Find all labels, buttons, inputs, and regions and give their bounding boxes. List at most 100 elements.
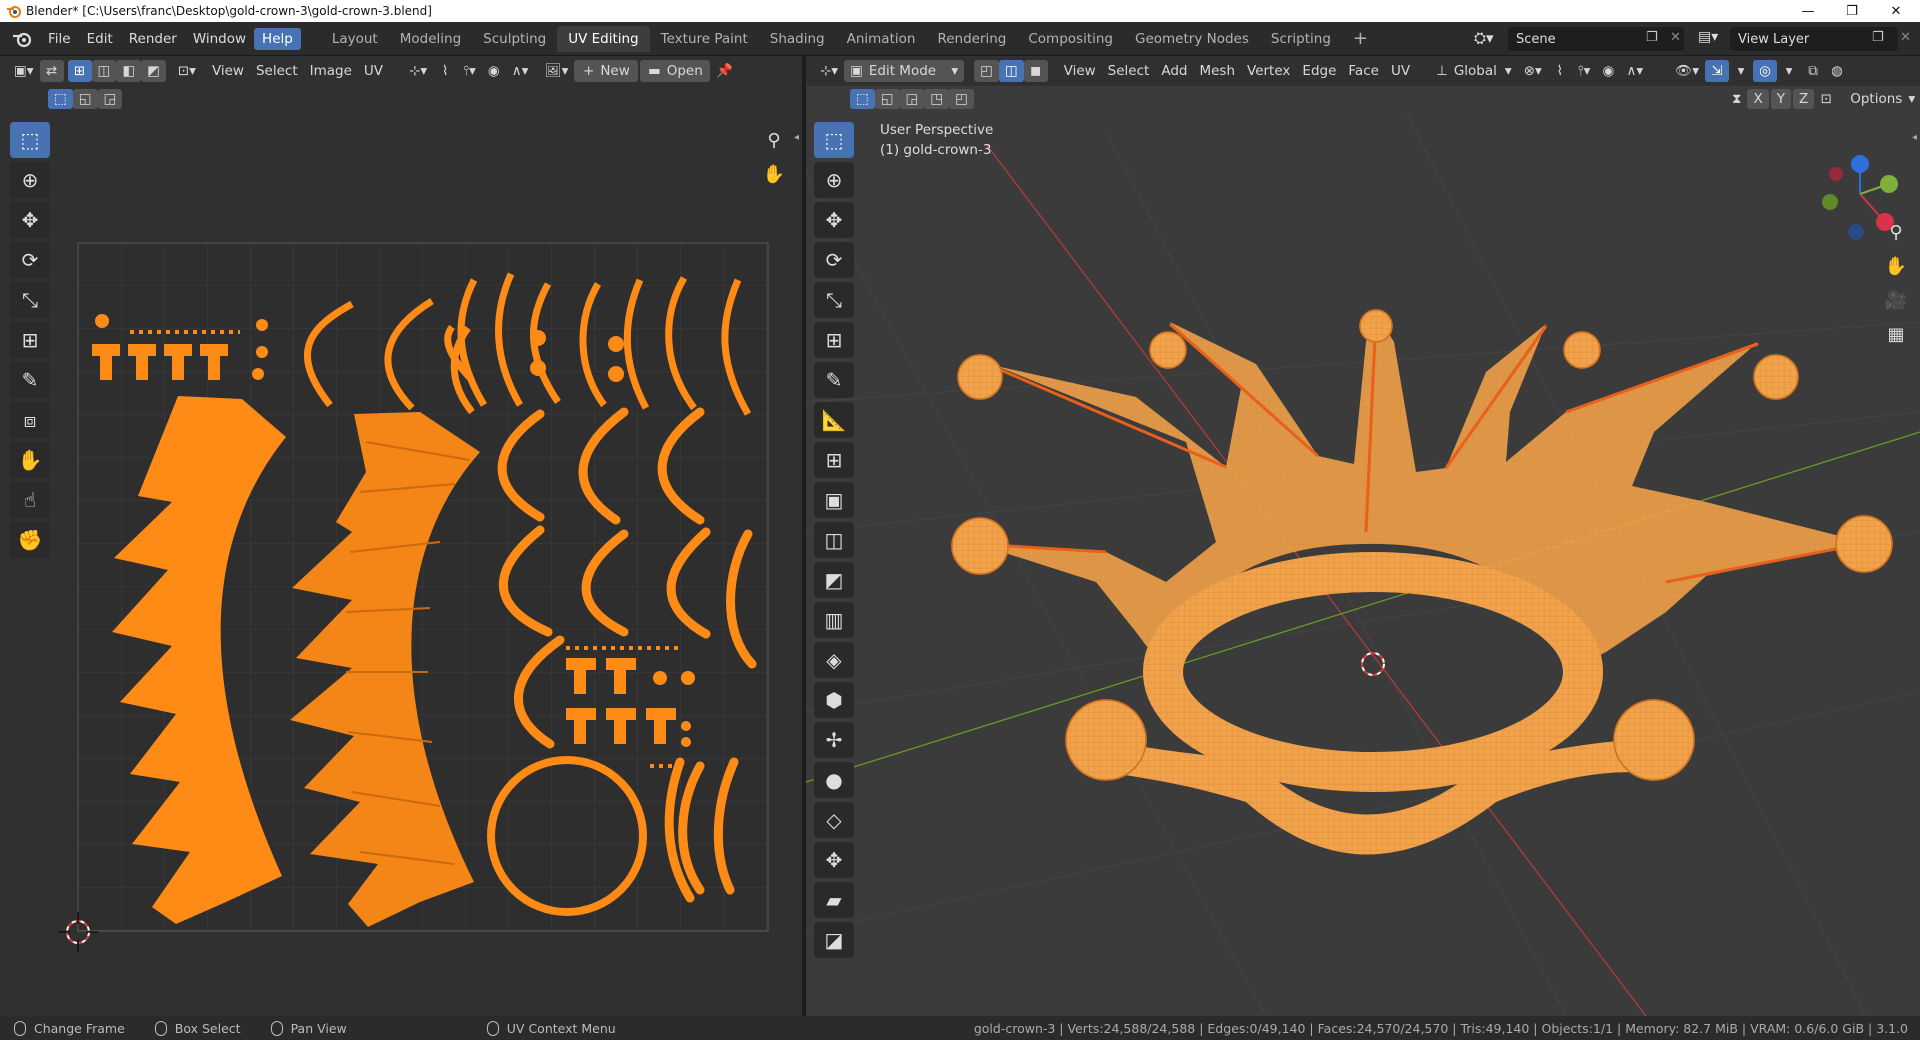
remove-view-layer-icon[interactable]: ✕ — [1900, 30, 1911, 45]
vp-measure-tool-icon[interactable]: 📐 — [814, 402, 854, 438]
overlay-toggle-icon[interactable]: ◎ — [1753, 60, 1778, 82]
tab-uv-editing[interactable]: UV Editing — [557, 25, 650, 52]
face-select-icon[interactable]: ◧ — [116, 60, 142, 82]
new-image-button[interactable]: + New — [574, 60, 639, 82]
uv-menu-select[interactable]: Select — [250, 60, 304, 82]
tab-compositing[interactable]: Compositing — [1017, 26, 1124, 52]
poly-build-tool-icon[interactable]: ⬢ — [814, 682, 854, 718]
tab-geometry-nodes[interactable]: Geometry Nodes — [1124, 26, 1260, 52]
perspective-toggle-icon[interactable]: ▦ — [1880, 318, 1912, 350]
menu-render[interactable]: Render — [121, 28, 185, 50]
tab-animation[interactable]: Animation — [836, 26, 927, 52]
gizmo-y-icon[interactable] — [1880, 175, 1898, 193]
tab-rendering[interactable]: Rendering — [926, 26, 1017, 52]
vp-box-select-subtract-icon[interactable]: ◲ — [899, 89, 925, 109]
vp-move-tool-icon[interactable]: ✥ — [814, 202, 854, 238]
shrink-fatten-tool-icon[interactable]: ✥ — [814, 842, 854, 878]
transform-orientation-selector[interactable]: ⊥ Global ▾ — [1430, 60, 1518, 82]
options-dropdown[interactable]: Options ▾ — [1844, 89, 1920, 109]
pan-view-icon[interactable]: ✋ — [1880, 250, 1912, 282]
copy-scene-icon[interactable]: ❐ — [1646, 30, 1658, 45]
vp-menu-add[interactable]: Add — [1155, 60, 1193, 82]
face-mode-icon[interactable]: ◼ — [1023, 60, 1048, 82]
snap-target-icon[interactable]: ⫯▾ — [457, 60, 482, 82]
mirror-y-toggle[interactable]: Y — [1770, 89, 1791, 109]
inset-tool-icon[interactable]: ◫ — [814, 522, 854, 558]
vp-box-select-intersect-icon[interactable]: ◰ — [949, 89, 974, 109]
view-layer-icon[interactable]: ▤▾ — [1698, 29, 1718, 45]
bevel-tool-icon[interactable]: ◩ — [814, 562, 854, 598]
camera-view-icon[interactable]: 🎥 — [1880, 284, 1912, 316]
snap-toggle-icon[interactable]: ⌇ — [1548, 60, 1572, 82]
rip-region-tool-icon[interactable]: ◪ — [814, 922, 854, 958]
vp-select-tool-icon[interactable]: ⬚ — [814, 122, 854, 158]
tab-modeling[interactable]: Modeling — [389, 26, 472, 52]
editor-type-icon[interactable]: ▣▾ — [8, 60, 40, 82]
vp-menu-vertex[interactable]: Vertex — [1241, 60, 1296, 82]
island-select-icon[interactable]: ◩ — [141, 60, 166, 82]
minimize-button[interactable]: — — [1786, 0, 1830, 22]
tab-shading[interactable]: Shading — [759, 26, 836, 52]
vp-scale-tool-icon[interactable]: ⤡ — [814, 282, 854, 318]
remove-scene-icon[interactable]: ✕ — [1670, 30, 1681, 45]
overlay-dropdown-icon[interactable]: ▾ — [1777, 60, 1801, 82]
vp-menu-face[interactable]: Face — [1342, 60, 1385, 82]
mesh-symmetry-icon[interactable]: ⊡ — [1814, 89, 1838, 109]
mirror-x-toggle[interactable]: X — [1747, 89, 1769, 109]
copy-view-layer-icon[interactable]: ❐ — [1872, 30, 1884, 45]
menu-help[interactable]: Help — [254, 27, 301, 50]
mirror-z-toggle[interactable]: Z — [1792, 89, 1815, 109]
box-select-new-icon[interactable]: ⬚ — [48, 89, 73, 109]
add-cube-tool-icon[interactable]: ⊞ — [814, 442, 854, 478]
vertex-select-icon[interactable]: ⊞ — [67, 60, 92, 82]
viewport-editor-type-icon[interactable]: ⊹▾ — [814, 60, 844, 82]
pivot-point-icon[interactable]: ⊗▾ — [1518, 60, 1548, 82]
sticky-select-icon[interactable]: ⊡▾ — [172, 60, 202, 82]
scene-icon[interactable]: ⛭▾ — [1474, 29, 1494, 47]
maximize-button[interactable]: ❐ — [1830, 0, 1874, 22]
vp-menu-select[interactable]: Select — [1102, 60, 1156, 82]
image-browse-icon[interactable]: 🖼▾ — [538, 60, 574, 82]
xray-icon[interactable]: ⧉ — [1801, 60, 1825, 82]
vp-cursor-tool-icon[interactable]: ⊕ — [814, 162, 854, 198]
vp-box-select-extend-icon[interactable]: ◱ — [874, 89, 900, 109]
visibility-icon[interactable]: 👁▾ — [1669, 60, 1705, 82]
blender-menu-icon[interactable] — [12, 30, 32, 48]
tab-layout[interactable]: Layout — [321, 26, 389, 52]
snap-element-icon[interactable]: ⫯▾ — [1572, 60, 1597, 82]
vp-menu-edge[interactable]: Edge — [1296, 60, 1342, 82]
uv-menu-uv[interactable]: UV — [358, 60, 389, 82]
edge-mode-icon[interactable]: ◫ — [998, 60, 1024, 82]
open-image-button[interactable]: ▬ Open — [640, 60, 711, 82]
pin-icon[interactable]: 📌 — [710, 60, 739, 82]
vertex-mode-icon[interactable]: ◰ — [974, 60, 999, 82]
close-window-button[interactable]: ✕ — [1874, 0, 1918, 22]
snap-icon[interactable]: ⌇ — [433, 60, 457, 82]
viewport-canvas[interactable] — [806, 112, 1920, 1016]
add-workspace-icon[interactable]: + — [1342, 23, 1379, 54]
vp-menu-uv[interactable]: UV — [1385, 60, 1416, 82]
uv-sync-icon[interactable]: ⇄ — [39, 60, 64, 82]
extrude-tool-icon[interactable]: ▣ — [814, 482, 854, 518]
uv-menu-view[interactable]: View — [206, 60, 250, 82]
uv-editor[interactable]: ▣▾ ⇄ ⊞ ◫ ◧ ◩ ⊡▾ View Select Image UV ⊹▾ … — [0, 56, 802, 1016]
pivot-icon[interactable]: ⊹▾ — [403, 60, 433, 82]
vp-box-select-new-icon[interactable]: ⬚ — [850, 89, 875, 109]
box-select-extend-icon[interactable]: ◱ — [72, 89, 98, 109]
vp-menu-mesh[interactable]: Mesh — [1193, 60, 1241, 82]
smooth-tool-icon[interactable]: ● — [814, 762, 854, 798]
gizmo-dropdown-icon[interactable]: ▾ — [1729, 60, 1753, 82]
collapse-vp-sidebar-icon[interactable]: ◂ — [1912, 132, 1917, 143]
edge-slide-tool-icon[interactable]: ◇ — [814, 802, 854, 838]
gizmo-z-icon[interactable] — [1851, 155, 1869, 173]
shading-wire-icon[interactable]: ◍ — [1825, 60, 1849, 82]
proportional-falloff-icon[interactable]: ∧▾ — [1620, 60, 1649, 82]
proportional-icon[interactable]: ◉ — [482, 60, 506, 82]
tab-sculpting[interactable]: Sculpting — [472, 26, 557, 52]
tab-texture-paint[interactable]: Texture Paint — [650, 26, 759, 52]
tab-scripting[interactable]: Scripting — [1260, 26, 1342, 52]
proportional-edit-icon[interactable]: ◉ — [1596, 60, 1620, 82]
mode-selector[interactable]: ▣ Edit Mode ▾ — [844, 60, 965, 82]
vp-transform-tool-icon[interactable]: ⊞ — [814, 322, 854, 358]
box-select-subtract-icon[interactable]: ◲ — [97, 89, 123, 109]
